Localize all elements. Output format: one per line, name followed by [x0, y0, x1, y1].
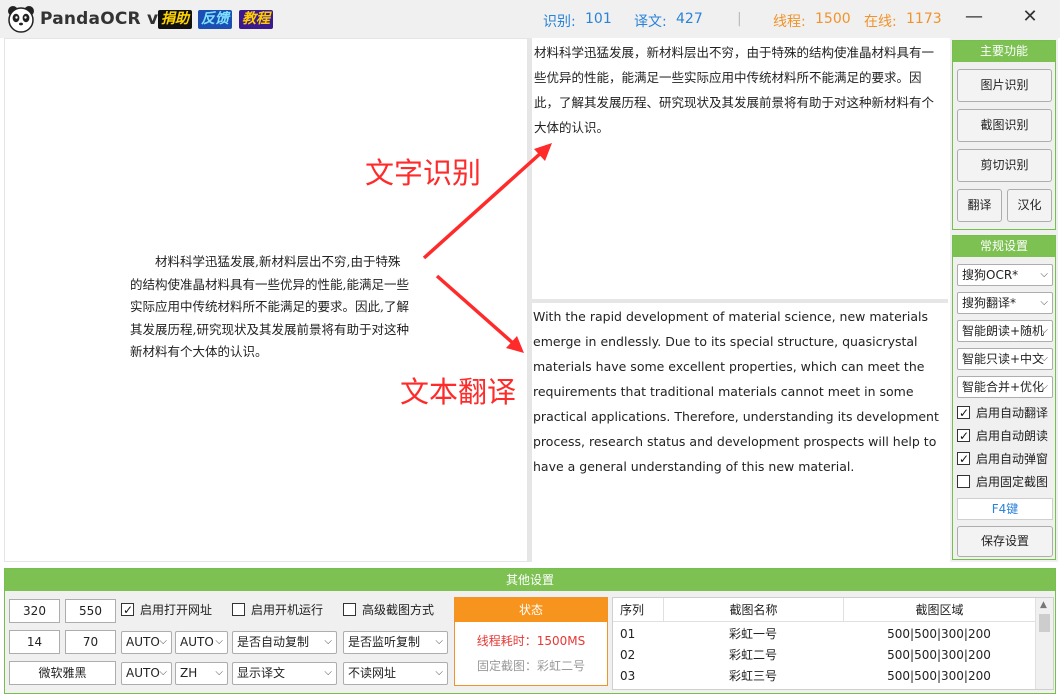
checkbox-empty-icon [343, 603, 356, 616]
show-translation-select[interactable]: 显示译文 ⌵ [232, 662, 337, 685]
trans-count-label: 译文: [634, 14, 667, 30]
source-image-pane[interactable]: 材料科学迅猛发展,新材料层出不穷,由于特殊的结构使准晶材料具有一些优异的性能,能… [4, 38, 528, 562]
translate-engine-select[interactable]: 搜狗翻译* ⌵ [957, 292, 1053, 314]
advanced-screenshot-checkbox[interactable]: 高级截图方式 [343, 601, 434, 619]
minimize-icon[interactable]: — [953, 0, 995, 36]
checkbox-checked-icon [121, 601, 134, 619]
auto-popup-checkbox[interactable]: 启用自动弹窗 [957, 450, 1048, 468]
font-input[interactable]: 微软雅黑 [9, 661, 116, 685]
auto-read-checkbox[interactable]: 启用自动朗读 [957, 427, 1048, 445]
chevron-down-icon: ⌵ [159, 636, 167, 647]
tutorial-link[interactable]: 教程 [239, 10, 273, 29]
chevron-down-icon: ⌵ [1040, 381, 1048, 392]
checkbox-checked-icon [957, 450, 970, 468]
table-row[interactable]: 02 彩虹二号 500|500|300|200 [613, 645, 1035, 666]
chevron-down-icon: ⌵ [435, 667, 443, 678]
table-header: 序列 截图名称 截图区域 [613, 598, 1035, 622]
y-offset-input[interactable]: 70 [65, 630, 116, 654]
checkbox-empty-icon [957, 475, 970, 488]
ocr-count: 101 [585, 11, 612, 27]
ocr-annotation: 文字识别 [365, 156, 482, 190]
localize-button[interactable]: 汉化 [1007, 189, 1052, 222]
read-mode-select[interactable]: 智能朗读+随机 ⌵ [957, 320, 1053, 342]
main-functions-title: 主要功能 [953, 41, 1055, 62]
translate-annotation: 文本翻译 [400, 375, 517, 409]
target-lang-select[interactable]: AUTO ⌵ [175, 631, 228, 654]
table-scrollbar[interactable]: ▲ [1035, 598, 1053, 689]
ocr-count-label: 识别: [543, 14, 576, 30]
checkbox-checked-icon [957, 404, 970, 422]
monitor-copy-select[interactable]: 是否监听复制 ⌵ [343, 631, 448, 654]
chevron-down-icon: ⌵ [215, 667, 223, 678]
read-lang-select[interactable]: AUTO ⌵ [121, 662, 172, 685]
chevron-down-icon: ⌵ [1040, 269, 1048, 280]
chevron-down-icon: ⌵ [159, 667, 167, 678]
ocr-result-pane[interactable]: 材料科学迅猛发展，新材料层出不穷，由于特殊的结构使准晶材料具有一些优异的性能，能… [532, 38, 948, 300]
donate-link[interactable]: 捐助 [158, 10, 192, 29]
close-icon[interactable]: ✕ [1009, 0, 1051, 36]
sidebar: 主要功能 图片识别 截图识别 剪切识别 翻译 汉化 常规设置 搜狗OCR* ⌵ 搜… [950, 38, 1058, 562]
title-bar: PandaOCR v2.5 捐助 反馈 教程 识别: 101 译文: 427 |… [0, 0, 1060, 38]
other-settings-panel: 其他设置 320 550 启用打开网址 启用开机运行 高级截图方式 14 70 … [4, 568, 1056, 694]
chevron-down-icon: ⌵ [435, 636, 443, 647]
status-panel: 状态 线程耗时：1500MS 固定截图：彩虹二号 [454, 597, 608, 686]
checkbox-empty-icon [232, 603, 245, 616]
clipboard-ocr-button[interactable]: 剪切识别 [957, 149, 1052, 182]
x-offset-input[interactable]: 14 [9, 630, 60, 654]
column-header: 截图区域 [843, 598, 1035, 622]
general-settings-group: 常规设置 搜狗OCR* ⌵ 搜狗翻译* ⌵ 智能朗读+随机 ⌵ 智能只读+中文 ⌵ 智能… [952, 235, 1056, 560]
column-header: 截图名称 [663, 598, 843, 622]
status-title: 状态 [455, 598, 607, 622]
image-ocr-button[interactable]: 图片识别 [957, 69, 1052, 102]
fixed-screenshot-checkbox[interactable]: 启用固定截图 [957, 473, 1048, 491]
chevron-down-icon: ⌵ [324, 636, 332, 647]
panda-logo-icon [8, 6, 34, 33]
table-row[interactable]: 03 彩虹三号 500|500|300|200 [613, 666, 1035, 687]
auto-copy-select[interactable]: 是否自动复制 ⌵ [232, 631, 337, 654]
stats-divider: | [737, 11, 742, 27]
chevron-down-icon: ⌵ [1040, 325, 1048, 336]
auto-translate-checkbox[interactable]: 启用自动翻译 [957, 404, 1048, 422]
screenshot-ocr-button[interactable]: 截图识别 [957, 109, 1052, 142]
open-url-checkbox[interactable]: 启用打开网址 [121, 601, 212, 619]
general-settings-title: 常规设置 [953, 236, 1055, 257]
translation-text: With the rapid development of material s… [533, 309, 939, 474]
threads-count: 1500 [815, 11, 851, 27]
merge-mode-select[interactable]: 智能合并+优化 ⌵ [957, 376, 1053, 398]
source-lang-select[interactable]: AUTO ⌵ [121, 631, 172, 654]
feedback-link[interactable]: 反馈 [198, 10, 232, 29]
source-image-text: 材料科学迅猛发展,新材料层出不穷,由于特殊的结构使准晶材料具有一些优异的性能,能… [130, 254, 409, 359]
thread-time-text: 线程耗时：1500MS [476, 634, 586, 648]
ocr-engine-select[interactable]: 搜狗OCR* ⌵ [957, 264, 1053, 286]
scroll-up-icon[interactable]: ▲ [1040, 600, 1047, 610]
scrollbar-thumb[interactable] [1039, 614, 1050, 632]
url-read-select[interactable]: 不读网址 ⌵ [343, 662, 448, 685]
voice-lang-select[interactable]: ZH ⌵ [175, 662, 228, 685]
translation-pane[interactable]: With the rapid development of material s… [532, 303, 948, 562]
checkbox-checked-icon [957, 427, 970, 445]
chevron-down-icon: ⌵ [215, 636, 223, 647]
ocr-result-text: 材料科学迅猛发展，新材料层出不穷，由于特殊的结构使准晶材料具有一些优异的性能，能… [534, 45, 935, 135]
table-row[interactable]: 01 彩虹一号 500|500|300|200 [613, 624, 1035, 645]
online-count: 1173 [906, 11, 942, 27]
online-label: 在线: [864, 14, 897, 30]
width-input[interactable]: 320 [9, 599, 60, 623]
read-only-select[interactable]: 智能只读+中文 ⌵ [957, 348, 1053, 370]
fixed-screenshot-text: 固定截图：彩虹二号 [476, 659, 585, 673]
chevron-down-icon: ⌵ [1040, 353, 1048, 364]
chevron-down-icon: ⌵ [324, 667, 332, 678]
trans-count: 427 [676, 11, 703, 27]
main-functions-group: 主要功能 图片识别 截图识别 剪切识别 翻译 汉化 [952, 40, 1056, 230]
threads-label: 线程: [773, 14, 806, 30]
column-header: 序列 [620, 603, 645, 617]
translate-button[interactable]: 翻译 [957, 189, 1002, 222]
chevron-down-icon: ⌵ [1040, 297, 1048, 308]
screenshot-regions-table[interactable]: 序列 截图名称 截图区域 01 彩虹一号 500|500|300|200 02 … [612, 597, 1054, 690]
other-settings-title: 其他设置 [5, 569, 1055, 591]
hotkey-field[interactable]: F4键 [957, 498, 1053, 520]
save-settings-button[interactable]: 保存设置 [957, 526, 1053, 557]
height-input[interactable]: 550 [65, 599, 116, 623]
autostart-checkbox[interactable]: 启用开机运行 [232, 601, 323, 619]
